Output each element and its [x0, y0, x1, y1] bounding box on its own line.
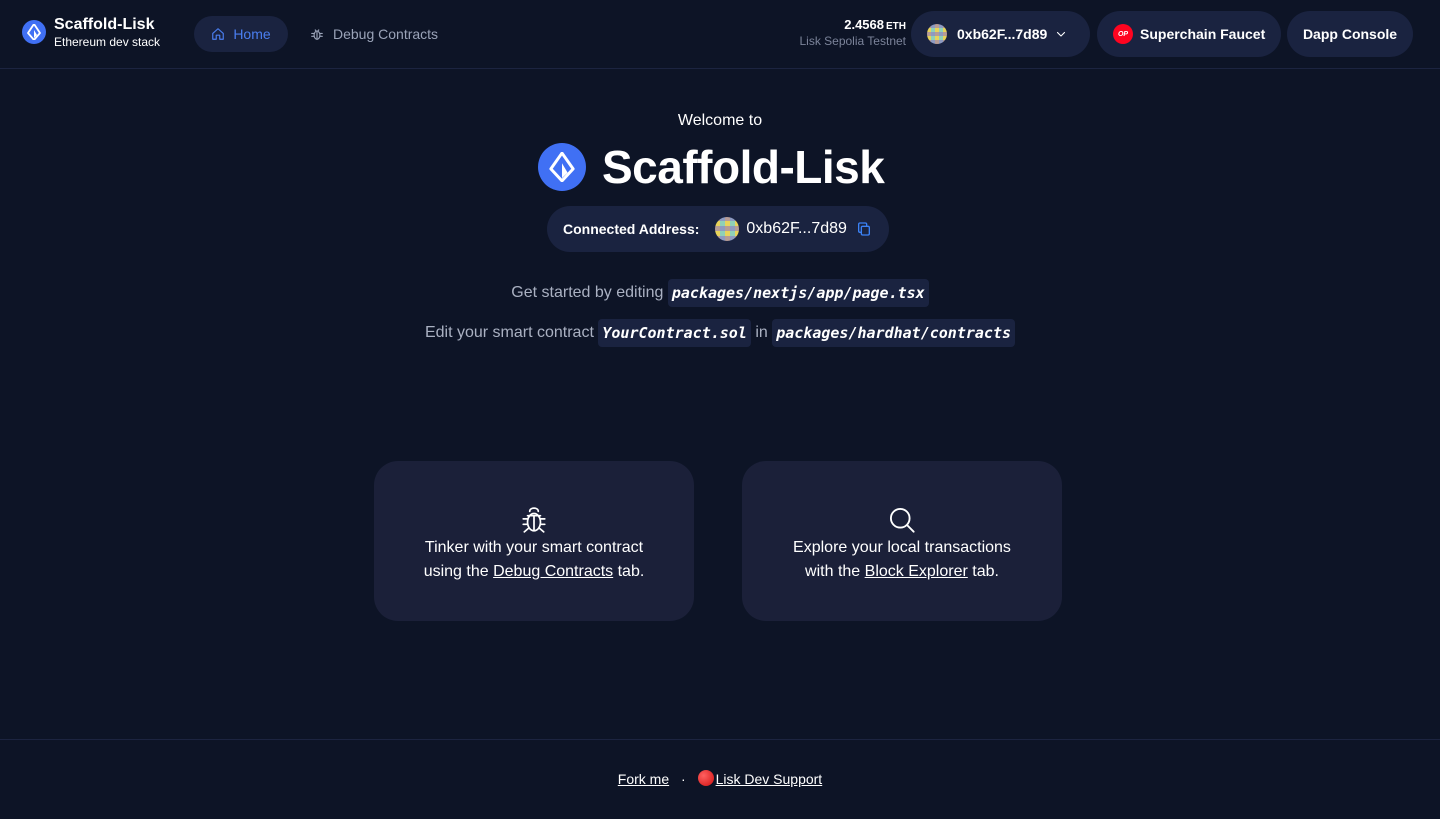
account-avatar — [927, 24, 947, 44]
contracts-path-code: packages/hardhat/contracts — [772, 319, 1016, 347]
fork-me-link[interactable]: Fork me — [618, 771, 669, 787]
block-explorer-link[interactable]: Block Explorer — [865, 563, 968, 580]
network-name: Lisk Sepolia Testnet — [799, 34, 906, 49]
footer: Fork me · Lisk Dev Support — [0, 739, 1440, 819]
dapp-console-button[interactable]: Dapp Console — [1287, 11, 1413, 57]
lisk-logo-icon — [22, 20, 46, 45]
wallet-balance[interactable]: 2.4568 ETH Lisk Sepolia Testnet — [799, 17, 906, 49]
explorer-card-line1: Explore your local transactions — [793, 539, 1011, 556]
instruction-1-text: Get started by editing — [511, 284, 664, 302]
instruction-line-2: Edit your smart contract YourContract.so… — [0, 319, 1440, 347]
footer-separator: · — [681, 771, 686, 787]
contract-file-code: YourContract.sol — [598, 319, 751, 347]
debug-card-suffix: tab. — [617, 563, 645, 580]
chevron-down-icon — [1055, 28, 1067, 40]
search-icon — [888, 506, 916, 534]
hero-title: Scaffold-Lisk — [538, 140, 885, 194]
balance-unit: ETH — [886, 21, 906, 32]
debug-card-line1: Tinker with your smart contract — [424, 539, 644, 556]
debug-contracts-card: Tinker with your smart contract using th… — [374, 461, 694, 621]
connected-address-box: Connected Address: 0xb62F...7d89 — [547, 206, 889, 252]
top-navbar: Scaffold-Lisk Ethereum dev stack Home De… — [0, 0, 1440, 69]
support-label: Lisk Dev Support — [715, 771, 823, 787]
account-dropdown-button[interactable]: 0xb62F...7d89 — [911, 11, 1090, 57]
faucet-label: Superchain Faucet — [1140, 26, 1266, 42]
instruction-line-1: Get started by editing packages/nextjs/a… — [0, 279, 1440, 307]
console-label: Dapp Console — [1302, 26, 1398, 42]
nav-home[interactable]: Home — [194, 16, 288, 52]
brand-subtitle: Ethereum dev stack — [54, 34, 161, 49]
address-avatar — [715, 217, 740, 241]
page-file-code: packages/nextjs/app/page.tsx — [667, 279, 929, 307]
hero-title-text: Scaffold-Lisk — [602, 141, 885, 193]
copy-icon[interactable] — [856, 221, 872, 237]
nav-debug-contracts[interactable]: Debug Contracts — [310, 16, 438, 52]
superchain-faucet-button[interactable]: OP Superchain Faucet — [1097, 11, 1281, 57]
red-circle-icon — [697, 770, 714, 786]
account-address: 0xb62F...7d89 — [957, 26, 1048, 42]
welcome-text: Welcome to — [677, 112, 763, 129]
block-explorer-card: Explore your local transactions with the… — [742, 461, 1062, 621]
lisk-dev-support-link[interactable]: Lisk Dev Support — [697, 770, 823, 787]
explorer-card-prefix: with the — [805, 563, 861, 580]
instruction-2-in: in — [755, 324, 768, 342]
brand-title: Scaffold-Lisk — [54, 16, 155, 33]
bug-icon — [310, 27, 324, 41]
optimism-logo-icon: OP — [1113, 24, 1133, 44]
balance-value: 2.4568 — [844, 17, 884, 32]
instruction-2-text: Edit your smart contract — [424, 324, 594, 342]
brand[interactable]: Scaffold-Lisk Ethereum dev stack — [22, 16, 160, 49]
app-root: Scaffold-Lisk Ethereum dev stack Home De… — [0, 0, 1440, 819]
nav-home-label: Home — [233, 26, 271, 42]
debug-contracts-link[interactable]: Debug Contracts — [493, 563, 613, 580]
connected-address-value[interactable]: 0xb62F...7d89 — [746, 220, 847, 238]
debug-card-prefix: using the — [423, 563, 489, 580]
lisk-logo-icon — [538, 143, 586, 191]
bug-icon — [521, 506, 547, 534]
explorer-card-suffix: tab. — [972, 563, 999, 580]
connected-address-label: Connected Address: — [563, 221, 700, 237]
home-icon — [211, 27, 225, 41]
nav-debug-label: Debug Contracts — [333, 26, 439, 42]
